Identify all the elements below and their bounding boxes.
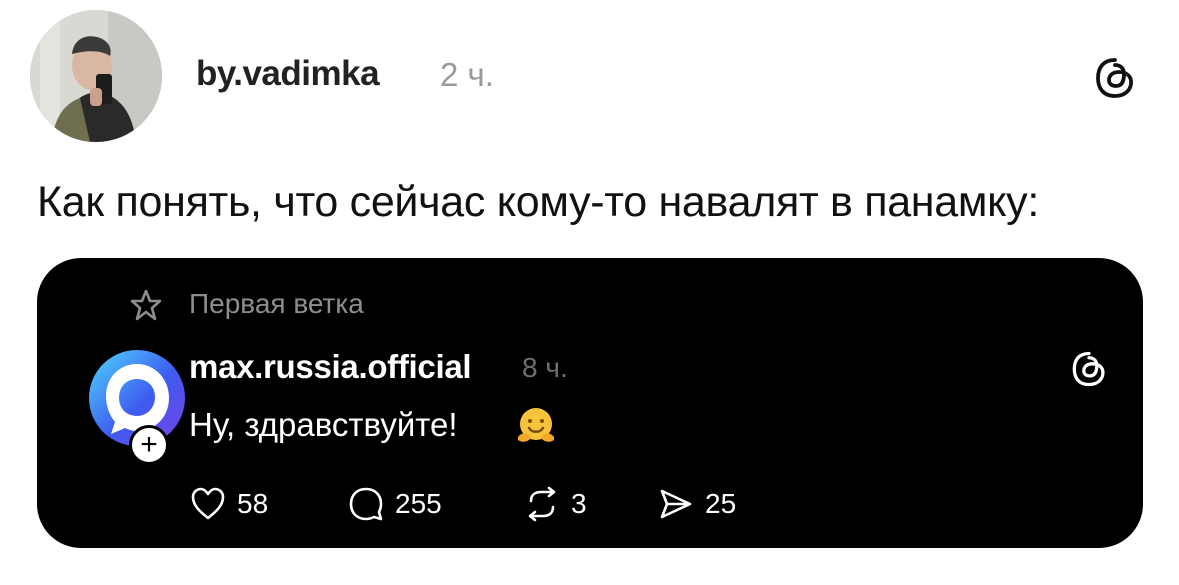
follow-button[interactable]: + <box>129 425 169 465</box>
author-username[interactable]: by.vadimka <box>196 54 380 94</box>
quoted-author-username[interactable]: max.russia.official <box>189 348 472 386</box>
share-button[interactable]: 25 <box>657 484 736 524</box>
threads-logo-icon[interactable] <box>1070 350 1108 388</box>
post-header: by.vadimka 2 ч. <box>0 0 1179 160</box>
share-count: 25 <box>705 488 737 519</box>
thread-label: Первая ветка <box>189 288 364 319</box>
threads-logo-icon[interactable] <box>1093 56 1137 100</box>
quoted-post-timestamp: 8 ч. <box>522 352 568 383</box>
star-icon <box>130 289 162 321</box>
reply-button[interactable]: 255 <box>347 484 442 524</box>
repost-count: 3 <box>571 488 587 519</box>
quoted-post-card[interactable]: Первая ветка + max.russia.official 8 ч. … <box>37 258 1143 548</box>
quoted-post-text: Ну, здравствуйте! <box>189 406 458 443</box>
heart-icon <box>191 487 225 520</box>
repost-button[interactable]: 3 <box>523 484 587 524</box>
repost-icon <box>528 486 556 522</box>
user-photo-icon <box>30 10 162 142</box>
reply-count: 255 <box>395 488 442 519</box>
like-button[interactable]: 58 <box>189 484 268 524</box>
comment-bubble-icon <box>349 487 383 521</box>
like-count: 58 <box>237 488 269 519</box>
post-text: Как понять, что сейчас кому-то навалят в… <box>37 178 1039 226</box>
hugging-face-emoji-icon <box>518 408 554 442</box>
post-timestamp: 2 ч. <box>440 56 494 93</box>
send-icon <box>660 489 692 519</box>
author-avatar[interactable] <box>30 10 162 142</box>
